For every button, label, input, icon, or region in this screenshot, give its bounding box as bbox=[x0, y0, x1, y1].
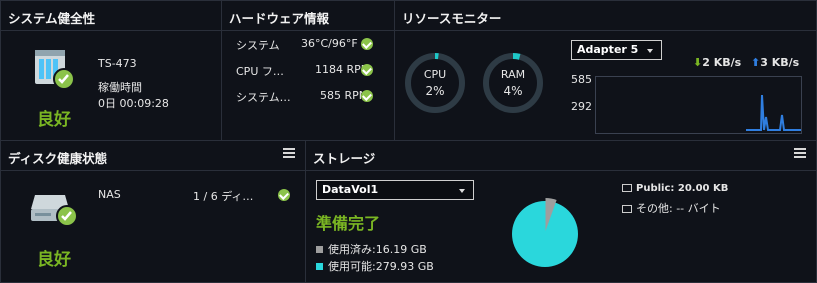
hardware-row-cpu-fan: CPU フ… 1184 RPM bbox=[236, 63, 386, 79]
chart-y-top: 585 bbox=[571, 73, 592, 86]
arrow-down-icon: ⬇ bbox=[693, 56, 703, 69]
system-health-title: システム健全性 bbox=[8, 11, 96, 26]
list-icon[interactable] bbox=[283, 148, 295, 158]
list-icon[interactable] bbox=[794, 148, 806, 158]
disk-health-title: ディスク健康状態 bbox=[8, 151, 108, 166]
nas-icon bbox=[31, 46, 75, 90]
ram-gauge: RAM 4% bbox=[481, 51, 545, 115]
hardware-row-label: システム bbox=[236, 39, 280, 52]
adapter-select-value: Adapter 5 bbox=[577, 43, 639, 56]
available-legend: 使用可能:279.93 GB bbox=[316, 258, 434, 274]
storage-status: 準備完了 bbox=[316, 214, 381, 233]
hardware-row-label: システム… bbox=[236, 91, 291, 104]
disk-health-panel: ディスク健康状態 良好 NAS 1 / 6 ディ… bbox=[0, 140, 306, 283]
storage-pie bbox=[511, 185, 581, 267]
available-swatch bbox=[316, 263, 323, 270]
used-legend: 使用済み:16.19 GB bbox=[316, 241, 427, 257]
hardware-row-system-fan: システム… 585 RPM bbox=[236, 89, 386, 105]
chart-y-mid: 292 bbox=[571, 100, 592, 113]
public-share: Public: 20.00 KB bbox=[622, 183, 728, 194]
volume-select[interactable]: DataVol1 bbox=[316, 180, 474, 200]
hardware-row-value: 36°C/96°F bbox=[301, 37, 358, 50]
arrow-up-icon: ⬆ bbox=[751, 56, 761, 69]
model-name: TS-473 bbox=[98, 57, 137, 70]
disk-status-good: 良好 bbox=[37, 250, 71, 270]
storage-panel: ストレージ DataVol1 準備完了 使用済み:16.19 GB 使用可能:2… bbox=[305, 140, 817, 283]
ram-label: RAM bbox=[500, 68, 526, 81]
resource-monitor-panel: リソースモニター CPU 2% RAM 4% Adapter 5 ⬇2 KB/s… bbox=[394, 0, 817, 141]
uptime-value: 0日 00:09:28 bbox=[98, 97, 169, 110]
status-good: 良好 bbox=[37, 110, 71, 130]
hardware-row-label: CPU フ… bbox=[236, 65, 284, 78]
cpu-label: CPU bbox=[423, 68, 447, 81]
check-icon bbox=[361, 90, 373, 102]
disk-count: 1 / 6 ディ… bbox=[193, 190, 254, 203]
pie-free-slice bbox=[512, 201, 578, 267]
ram-value: 4% bbox=[503, 84, 523, 98]
cpu-gauge: CPU 2% bbox=[403, 51, 467, 115]
hardware-title: ハードウェア情報 bbox=[229, 11, 330, 26]
check-icon bbox=[361, 38, 373, 50]
disk-icon bbox=[29, 189, 79, 229]
cpu-value: 2% bbox=[425, 84, 445, 98]
network-chart bbox=[595, 76, 802, 134]
check-icon bbox=[278, 189, 290, 201]
volume-select-value: DataVol1 bbox=[322, 183, 379, 196]
used-swatch bbox=[316, 246, 323, 253]
storage-title: ストレージ bbox=[313, 151, 376, 166]
other-share: その他: -- バイト bbox=[622, 200, 721, 216]
chevron-down-icon bbox=[647, 49, 653, 53]
network-chart-line bbox=[746, 94, 801, 131]
hardware-row-temp: システム 36°C/96°F bbox=[236, 37, 386, 53]
folder-icon bbox=[622, 184, 632, 192]
hardware-panel: ハードウェア情報 システム 36°C/96°F CPU フ… 1184 RPM … bbox=[221, 0, 395, 141]
resource-monitor-title: リソースモニター bbox=[402, 11, 502, 26]
adapter-select[interactable]: Adapter 5 bbox=[571, 40, 662, 60]
chevron-down-icon bbox=[459, 189, 465, 193]
check-icon bbox=[361, 64, 373, 76]
download-rate: ⬇2 KB/s bbox=[693, 56, 742, 69]
system-health-panel: システム健全性 良好 TS-473 稼働時間 0日 00:09:28 bbox=[0, 0, 222, 141]
upload-rate: ⬆3 KB/s bbox=[751, 56, 800, 69]
folder-icon bbox=[622, 205, 632, 213]
disk-name: NAS bbox=[98, 188, 121, 201]
uptime-label: 稼働時間 bbox=[98, 81, 142, 94]
